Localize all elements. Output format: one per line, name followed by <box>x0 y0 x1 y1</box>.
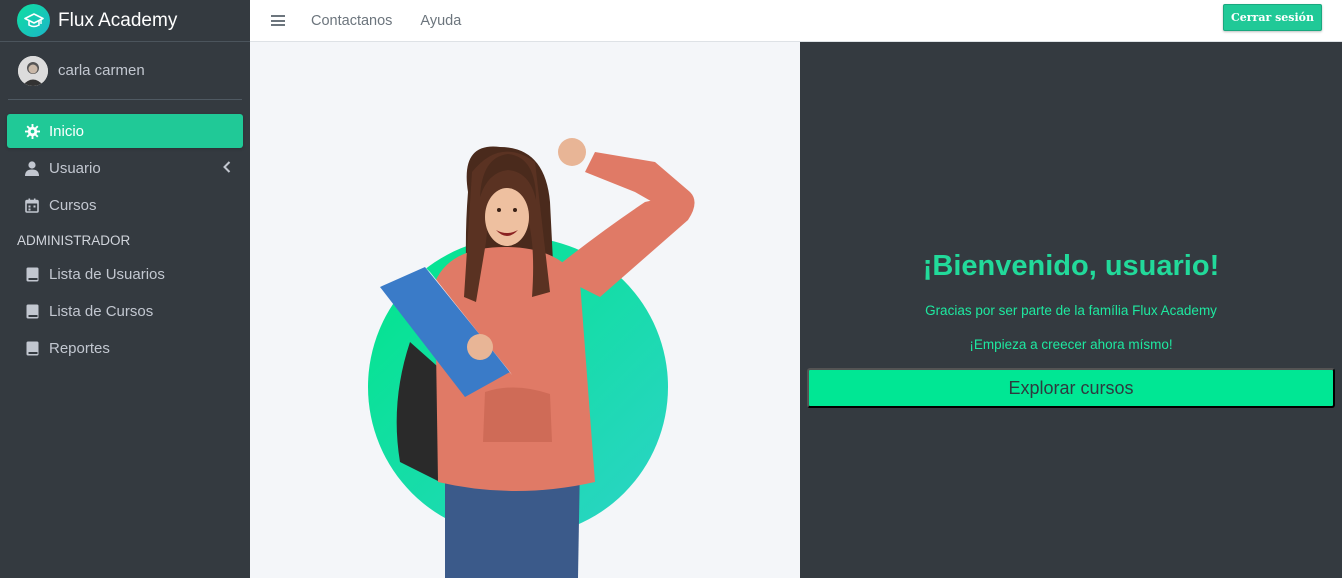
brand-link[interactable]: Flux Academy <box>0 0 250 42</box>
gear-icon <box>24 123 40 139</box>
sidebar-item-cursos[interactable]: Cursos <box>7 188 243 222</box>
welcome-tagline: ¡Empieza a creecer ahora mísmo! <box>969 337 1173 352</box>
top-navbar: Contactanos Ayuda Cerrar sesión <box>250 0 1342 42</box>
welcome-title: ¡Bienvenido, usuario! <box>922 250 1220 282</box>
sidebar-item-inicio[interactable]: Inicio <box>7 114 243 148</box>
sidebar-item-label: Lista de Usuarios <box>49 265 165 283</box>
sidebar-item-label: Reportes <box>49 339 110 357</box>
sidebar: Flux Academy carla carmen Inicio Usuario… <box>0 0 250 578</box>
hamburger-menu-icon[interactable] <box>271 13 285 29</box>
sidebar-item-label: Usuario <box>49 159 101 177</box>
sidebar-item-reportes[interactable]: Reportes <box>7 331 243 365</box>
welcome-subtitle: Gracias por ser parte de la família Flux… <box>925 303 1217 318</box>
hero-illustration-panel <box>250 42 800 578</box>
sidebar-item-label: Cursos <box>49 196 97 214</box>
sidebar-item-lista-usuarios[interactable]: Lista de Usuarios <box>7 257 243 291</box>
sidebar-item-label: Lista de Cursos <box>49 302 154 320</box>
nav-link-contactanos[interactable]: Contactanos <box>311 13 392 29</box>
graduation-cap-icon <box>17 4 50 37</box>
student-illustration <box>368 138 695 578</box>
explore-courses-button[interactable]: Explorar cursos <box>807 368 1335 408</box>
sidebar-item-label: Inicio <box>49 122 85 140</box>
book-icon <box>24 340 40 356</box>
nav-link-ayuda[interactable]: Ayuda <box>420 13 461 29</box>
welcome-panel: ¡Bienvenido, usuario! Gracias por ser pa… <box>800 42 1342 578</box>
user-icon <box>24 160 40 176</box>
book-icon <box>24 303 40 319</box>
calendar-icon <box>24 197 40 213</box>
user-panel[interactable]: carla carmen <box>8 42 242 100</box>
nav-header-admin: ADMINISTRADOR <box>17 232 131 248</box>
user-name: carla carmen <box>58 62 145 79</box>
sidebar-nav: Inicio Usuario Cursos ADMINISTRADOR List… <box>0 100 250 365</box>
book-icon <box>24 266 40 282</box>
chevron-left-icon <box>223 160 231 176</box>
brand-name: Flux Academy <box>58 9 178 31</box>
logout-button[interactable]: Cerrar sesión <box>1223 4 1322 31</box>
sidebar-item-usuario[interactable]: Usuario <box>7 151 243 185</box>
avatar <box>18 55 48 86</box>
sidebar-item-lista-cursos[interactable]: Lista de Cursos <box>7 294 243 328</box>
